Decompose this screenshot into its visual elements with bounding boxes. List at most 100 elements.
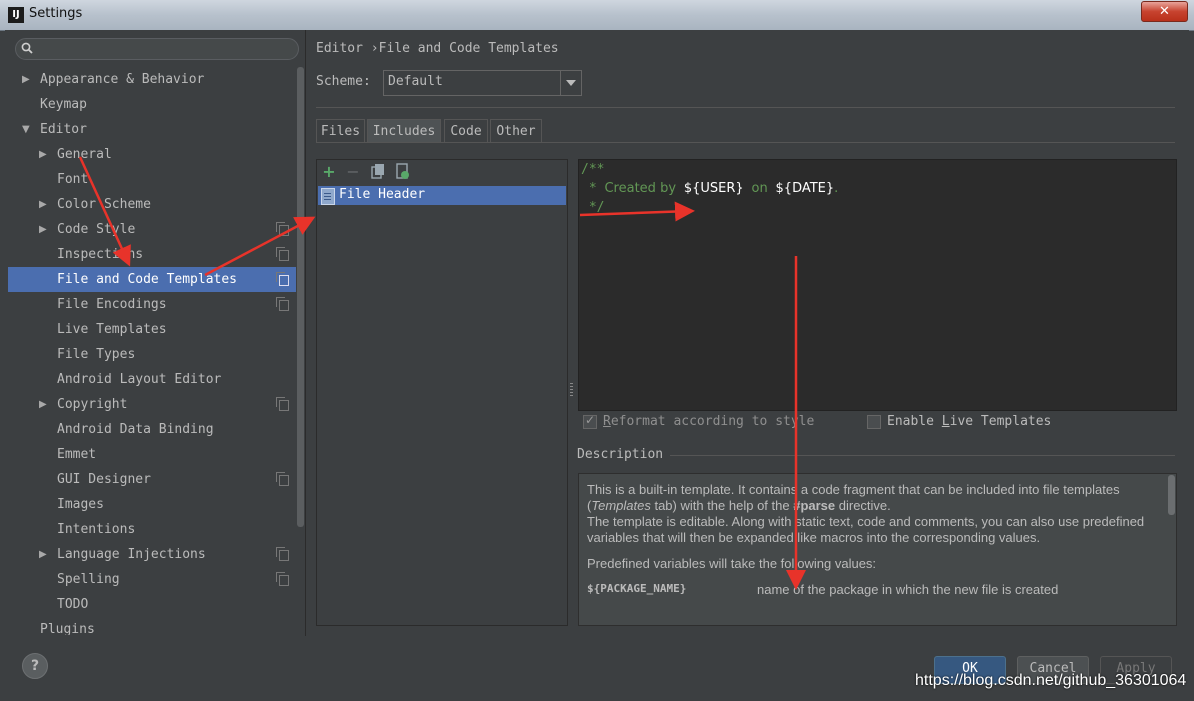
list-item-label: File Header — [339, 187, 426, 202]
list-item-file-header[interactable]: File Header — [318, 186, 566, 205]
breadcrumb-separator: › — [370, 41, 379, 56]
chevron-right-icon[interactable]: ▶ — [39, 392, 47, 417]
code-text-created: Created by — [604, 181, 677, 196]
sidebar-item-live-templates[interactable]: Live Templates — [8, 317, 296, 342]
live-templates-text-a: Enable — [887, 414, 942, 429]
reformat-checkbox[interactable] — [583, 413, 597, 429]
live-templates-checkbox[interactable] — [867, 415, 881, 429]
description-title: Description — [577, 447, 664, 462]
sidebar-item-editor[interactable]: ▼ Editor — [8, 117, 296, 142]
sidebar-item-emmet[interactable]: Emmet — [8, 442, 296, 467]
chevron-right-icon[interactable]: ▶ — [39, 217, 47, 242]
sidebar-item-label: File Encodings — [57, 297, 167, 312]
sidebar-divider — [305, 30, 306, 636]
description-panel: This is a built-in template. It contains… — [578, 473, 1177, 626]
help-button[interactable]: ? — [22, 653, 48, 679]
sidebar-item-plugins[interactable]: Plugins — [8, 617, 296, 635]
chevron-down-icon[interactable]: ▼ — [22, 117, 30, 142]
sidebar-item-appearance-behavior[interactable]: ▶ Appearance & Behavior — [8, 67, 296, 92]
chevron-right-icon[interactable]: ▶ — [22, 67, 30, 92]
variable-row: ${PACKAGE_NAME} name of the package in w… — [587, 582, 1157, 598]
project-settings-icon — [276, 472, 289, 486]
live-templates-option[interactable]: Enable Live Templates — [867, 414, 1067, 432]
reformat-label: Reformat according to style — [603, 414, 814, 429]
desc-templates-word: Templates — [591, 498, 651, 513]
code-line-3: */ — [581, 200, 605, 215]
template-code-editor[interactable]: /** * Created by ${USER} on ${DATE}. */ — [578, 159, 1177, 411]
sidebar-item-todo[interactable]: TODO — [8, 592, 296, 617]
sidebar-item-file-encodings[interactable]: File Encodings — [8, 292, 296, 317]
chevron-down-icon[interactable] — [560, 71, 581, 95]
breadcrumb-current: File and Code Templates — [378, 41, 559, 56]
tab-files[interactable]: Files — [316, 119, 365, 143]
tab-includes[interactable]: Includes — [367, 119, 441, 143]
sidebar-item-keymap[interactable]: Keymap — [8, 92, 296, 117]
description-text: This is a built-in template. It contains… — [587, 482, 1157, 598]
chevron-right-icon[interactable]: ▶ — [39, 192, 47, 217]
chevron-right-icon[interactable]: ▶ — [39, 542, 47, 567]
splitter-handle[interactable] — [570, 383, 573, 397]
intellij-app-icon: IJ — [8, 7, 24, 23]
project-settings-icon — [276, 572, 289, 586]
sidebar-item-file-and-code-templates[interactable]: File and Code Templates — [8, 267, 296, 292]
project-settings-icon — [276, 547, 289, 561]
breadcrumb: Editor ›File and Code Templates — [316, 41, 559, 56]
description-paragraph-1: This is a built-in template. It contains… — [587, 482, 1157, 546]
project-settings-icon — [276, 222, 289, 236]
description-paragraph-2: Predefined variables will take the follo… — [587, 556, 877, 571]
tab-underline — [316, 142, 1175, 143]
file-template-icon — [321, 188, 335, 205]
code-line-2: * Created by ${USER} on ${DATE}. — [581, 181, 839, 196]
sidebar-item-label: Editor — [40, 122, 87, 137]
sidebar-item-android-data-binding[interactable]: Android Data Binding — [8, 417, 296, 442]
sidebar-item-file-types[interactable]: File Types — [8, 342, 296, 367]
settings-tree-scrollbar[interactable] — [297, 67, 304, 527]
sidebar-item-label: Font — [57, 172, 89, 187]
code-var-user: ${USER} — [683, 181, 744, 196]
project-settings-icon — [276, 397, 289, 411]
sidebar-item-language-injections[interactable]: ▶ Language Injections — [8, 542, 296, 567]
sidebar-item-font[interactable]: Font — [8, 167, 296, 192]
sidebar-item-images[interactable]: Images — [8, 492, 296, 517]
sidebar-item-intentions[interactable]: Intentions — [8, 517, 296, 542]
title-bar: IJ Settings ✕ — [0, 0, 1194, 31]
sidebar-item-label: Android Data Binding — [57, 422, 214, 437]
code-text-period: . — [834, 181, 839, 196]
reformat-text: eformat according to style — [610, 414, 815, 429]
project-settings-icon — [276, 297, 289, 311]
window-close-button[interactable]: ✕ — [1141, 1, 1188, 22]
sidebar-item-inspections[interactable]: Inspections — [8, 242, 296, 267]
desc-parse-word: #parse — [793, 498, 836, 513]
scheme-dropdown[interactable]: Default — [383, 70, 582, 96]
reset-icon[interactable] — [395, 163, 411, 181]
sidebar-item-label: General — [57, 147, 112, 162]
sidebar-item-gui-designer[interactable]: GUI Designer — [8, 467, 296, 492]
sidebar-item-label: Spelling — [57, 572, 120, 587]
settings-tree: ▶ Appearance & Behavior Keymap ▼ Editor ▶ Gene… — [8, 67, 296, 635]
remove-icon[interactable]: − — [345, 163, 361, 181]
code-prefix: * — [581, 181, 605, 196]
sidebar-item-label: Language Injections — [57, 547, 206, 562]
sidebar-item-label: Live Templates — [57, 322, 167, 337]
sidebar-item-color-scheme[interactable]: ▶ Color Scheme — [8, 192, 296, 217]
reformat-option[interactable]: Reformat according to style — [583, 413, 843, 432]
chevron-right-icon[interactable]: ▶ — [39, 142, 47, 167]
add-icon[interactable]: + — [321, 163, 337, 181]
settings-search-field[interactable] — [15, 38, 299, 60]
tab-code[interactable]: Code — [444, 119, 488, 143]
sidebar-item-spelling[interactable]: Spelling — [8, 567, 296, 592]
sidebar-item-android-layout-editor[interactable]: Android Layout Editor — [8, 367, 296, 392]
project-settings-icon — [276, 272, 289, 286]
desc-text-d: The template is editable. Along with sta… — [587, 514, 1145, 545]
tab-other[interactable]: Other — [490, 119, 542, 143]
sidebar-item-label: Intentions — [57, 522, 136, 537]
live-templates-text-b: ive Templates — [949, 414, 1052, 429]
description-scrollbar[interactable] — [1168, 475, 1175, 515]
sidebar-item-code-style[interactable]: ▶ Code Style — [8, 217, 296, 242]
sidebar-item-copyright[interactable]: ▶ Copyright — [8, 392, 296, 417]
copy-icon[interactable] — [370, 163, 386, 181]
sidebar-item-label: Android Layout Editor — [57, 372, 222, 387]
window-title: Settings — [29, 6, 83, 21]
sidebar-item-general[interactable]: ▶ General — [8, 142, 296, 167]
variable-description: name of the package in which the new fil… — [757, 582, 1059, 597]
